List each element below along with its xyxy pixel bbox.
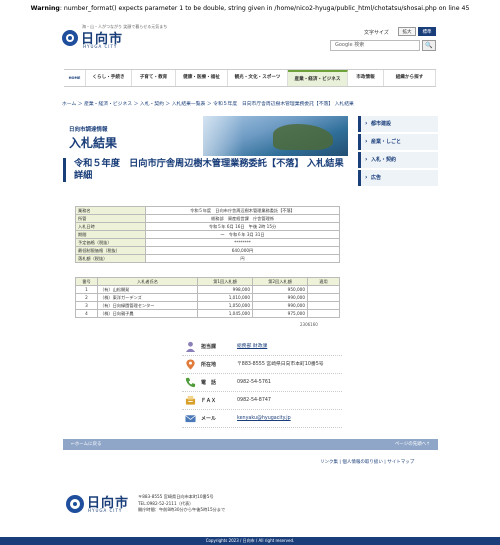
table-row: 所管 総務部 資産経営課 庁舎管理係 [75, 214, 340, 223]
nav-home[interactable]: HOME [64, 70, 86, 86]
footer-links[interactable]: リンク集 | 個人情報の取り扱い | サイトマップ [320, 459, 414, 465]
search-input[interactable]: Google 検索 [330, 40, 420, 51]
mail-icon [185, 415, 196, 423]
page-top-link[interactable]: ページの先頭へ↑ [395, 439, 430, 450]
location-icon [186, 359, 195, 370]
contact-label: 電 話 [201, 380, 217, 386]
sidebar-item-ads[interactable]: 広告 [358, 170, 438, 186]
table-row: 予定価格（税抜） ******** [75, 238, 340, 247]
copyright: Copyrights 2023 / 日向市 / All right reserv… [0, 537, 500, 545]
font-large-button[interactable]: 拡大 [398, 27, 416, 36]
table-row: 1 （有）山松開発 998,000 950,000 [75, 285, 340, 294]
footer-hours: 開庁時間：午前8時30分から午後5時15分まで [138, 507, 226, 512]
nav-item-living[interactable]: くらし・手続き [86, 70, 132, 86]
table-row: 2 （株）東洋ガーデンズ 1,010,000 990,000 [75, 293, 340, 302]
sidebar-item-urban[interactable]: 都市建設 [358, 116, 438, 132]
footer-address-block: 〒883-8555 宮崎県日向市本町10番5号 TEL:0982-52-2111… [138, 494, 225, 514]
contact-row: メール kenyaku@hyugacity.jp [182, 410, 342, 428]
back-home-link[interactable]: ←ホームに戻る [71, 439, 102, 450]
contact-label: 所在地 [201, 362, 217, 368]
contact-row: 電 話 0982-54-5761 [182, 374, 342, 392]
table-row: 3 （有）日向緑園管理センター 1,050,000 990,000 [75, 301, 340, 310]
table-row: 落札額（税抜）円 [75, 254, 340, 263]
contact-label: ＦＡＸ [201, 398, 217, 404]
table-row: 最低制限価格（税抜） 640,000円 [75, 246, 340, 255]
nav-item-childcare[interactable]: 子育て・教育 [132, 70, 176, 86]
font-standard-button[interactable]: 標準 [418, 27, 436, 36]
table-row: 4 （株）日向親子農 1,045,000 975,000 [75, 309, 340, 318]
email-link[interactable]: kenyaku@hyugacity.jp [237, 410, 291, 428]
nav-item-city-info[interactable]: 市政情報 [348, 70, 384, 86]
contract-info-table: 業務名 令和５年度 日向市庁舎周辺樹木管理業務委託【不落】 所管 総務部 資産経営課… [75, 206, 340, 263]
breadcrumb[interactable]: ホーム ＞ 産業・経済・ビジネス ＞ 入札・契約 ＞ 入札結果一覧表 ＞ 令和５… [62, 100, 354, 107]
phone-value: 0982-54-5761 [237, 380, 271, 385]
table-row: 期間～ 令和６年 3月 31日 [75, 230, 340, 239]
footer-logo-icon [66, 495, 84, 513]
sidebar: 都市建設 産業・しごと 入札・契約 広告 [358, 116, 438, 188]
site-header: 海・山・人がつながり 笑顔で暮らせる元気まち 日向市 HYUGA CITY 文字… [0, 18, 500, 68]
font-size-label: 文字サイズ [364, 30, 389, 36]
footer-logo-sub: HYUGA CITY [88, 508, 123, 513]
city-logo-icon[interactable] [62, 30, 78, 46]
banner-dept: 日向市調達情報 [69, 127, 108, 133]
page-title: 令和５年度 日向市庁舎周辺樹木管理業務委託【不落】 入札結果 詳細 [63, 158, 346, 182]
phone-icon [185, 377, 196, 388]
person-icon [185, 341, 196, 352]
document-number: 2306160 [300, 322, 318, 327]
search-button[interactable]: 🔍 [422, 40, 436, 51]
page-banner: 日向市調達情報 入札結果 [63, 116, 348, 156]
table-row: 入札日時 令和５年 6月 16日 午後 2時 15分 [75, 222, 340, 231]
site-logo-sub: HYUGA CITY [83, 44, 118, 49]
fax-icon [185, 395, 196, 405]
nav-item-industry[interactable]: 産業・経済・ビジネス [288, 70, 348, 86]
bid-results-table: 番号 入札者氏名 第1回入札額 第2回入札額 適用 1 （有）山松開発 998,00… [75, 277, 340, 318]
table-row: 業務名 令和５年度 日向市庁舎周辺樹木管理業務委託【不落】 [75, 206, 340, 215]
fax-value: 0982-54-8747 [237, 398, 271, 403]
nav-item-health[interactable]: 健康・医療・福祉 [176, 70, 228, 86]
nav-item-organization[interactable]: 組織から探す [384, 70, 436, 86]
php-warning: Warning: number_format() expects paramet… [0, 0, 500, 18]
banner-title: 入札結果 [69, 136, 118, 150]
contact-row: 所在地 〒883-8555 宮崎県日向市本町10番5号 [182, 356, 342, 374]
sidebar-item-industry[interactable]: 産業・しごと [358, 134, 438, 150]
contact-label: メール [201, 416, 217, 422]
sidebar-item-bidding[interactable]: 入札・契約 [358, 152, 438, 168]
footer-nav-bar: ←ホームに戻る ページの先頭へ↑ [63, 439, 438, 450]
contact-box: 担当課 総務部 財政課 所在地 〒883-8555 宮崎県日向市本町10番5号 … [182, 338, 342, 428]
global-nav: HOME くらし・手続き 子育て・教育 健康・医療・福祉 観光・文化・スポーツ … [64, 69, 436, 87]
table-header-row: 番号 入札者氏名 第1回入札額 第2回入札額 適用 [75, 277, 340, 286]
footer-address: 〒883-8555 宮崎県日向市本町10番5号 [138, 494, 214, 499]
department-link[interactable]: 総務部 財政課 [237, 338, 267, 356]
contact-label: 担当課 [201, 344, 217, 350]
nav-item-tourism[interactable]: 観光・文化・スポーツ [228, 70, 288, 86]
contact-row: ＦＡＸ 0982-54-8747 [182, 392, 342, 410]
address-value: 〒883-8555 宮崎県日向市本町10番5号 [237, 362, 324, 367]
contact-row: 担当課 総務部 財政課 [182, 338, 342, 356]
